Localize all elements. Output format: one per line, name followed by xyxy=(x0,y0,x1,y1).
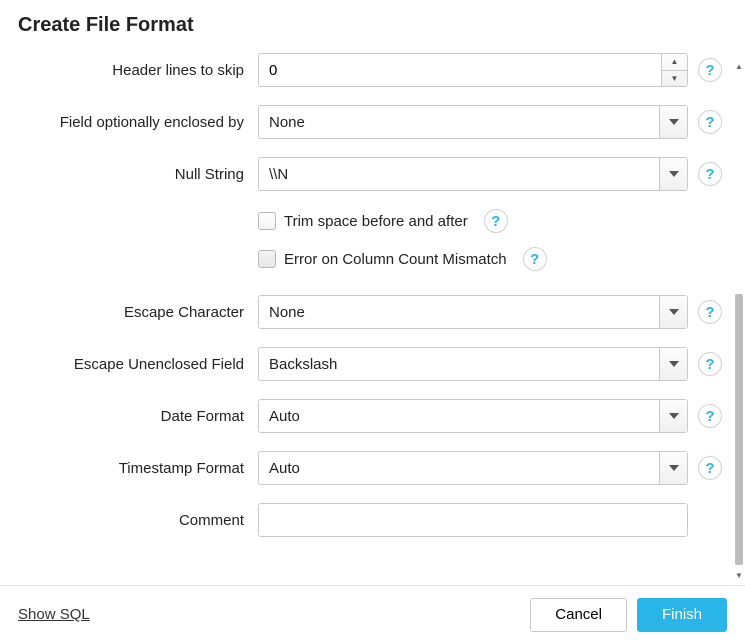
finish-button[interactable]: Finish xyxy=(637,598,727,632)
row-date-format: Date Format Auto ? xyxy=(18,399,735,433)
scroll-thumb[interactable] xyxy=(735,294,743,565)
spinner-buttons: ▲ ▼ xyxy=(661,54,687,86)
escape-unenclosed-value: Backslash xyxy=(259,348,659,380)
show-sql-link[interactable]: Show SQL xyxy=(18,606,90,623)
scroll-down-icon[interactable]: ▼ xyxy=(733,569,745,581)
help-icon[interactable]: ? xyxy=(698,110,722,134)
help-icon[interactable]: ? xyxy=(698,162,722,186)
chevron-down-icon[interactable] xyxy=(659,452,687,484)
escape-char-value: None xyxy=(259,296,659,328)
help-icon[interactable]: ? xyxy=(698,300,722,324)
escape-char-select[interactable]: None xyxy=(258,295,688,329)
form-area: Header lines to skip ▲ ▼ ? Field optiona… xyxy=(0,43,745,573)
label-null-string: Null String xyxy=(18,166,258,183)
escape-unenclosed-select[interactable]: Backslash xyxy=(258,347,688,381)
comment-input-wrap xyxy=(258,503,688,537)
help-icon[interactable]: ? xyxy=(698,404,722,428)
label-timestamp-format: Timestamp Format xyxy=(18,460,258,477)
date-format-value: Auto xyxy=(259,400,659,432)
header-lines-input-wrap: ▲ ▼ xyxy=(258,53,688,87)
timestamp-format-value: Auto xyxy=(259,452,659,484)
label-date-format: Date Format xyxy=(18,408,258,425)
footer: Show SQL Cancel Finish xyxy=(0,585,745,643)
dialog-title: Create File Format xyxy=(0,0,745,43)
row-trim-space: Trim space before and after ? xyxy=(18,209,735,233)
scroll-up-icon[interactable]: ▲ xyxy=(733,60,745,72)
spinner-up-icon[interactable]: ▲ xyxy=(662,54,687,71)
comment-input[interactable] xyxy=(259,504,687,536)
label-enclosed-by: Field optionally enclosed by xyxy=(18,114,258,131)
help-icon[interactable]: ? xyxy=(523,247,547,271)
date-format-select[interactable]: Auto xyxy=(258,399,688,433)
timestamp-format-select[interactable]: Auto xyxy=(258,451,688,485)
trim-space-checkbox[interactable] xyxy=(258,212,276,230)
spinner-down-icon[interactable]: ▼ xyxy=(662,71,687,87)
label-escape-unenclosed: Escape Unenclosed Field xyxy=(18,356,258,373)
row-escape-char: Escape Character None ? xyxy=(18,295,735,329)
enclosed-by-value: None xyxy=(259,106,659,138)
row-timestamp-format: Timestamp Format Auto ? xyxy=(18,451,735,485)
label-escape-char: Escape Character xyxy=(18,304,258,321)
row-error-mismatch: Error on Column Count Mismatch ? xyxy=(18,247,735,271)
scrollbar[interactable]: ▲ ▼ xyxy=(733,60,745,581)
null-string-select[interactable]: \\N xyxy=(258,157,688,191)
chevron-down-icon[interactable] xyxy=(659,348,687,380)
help-icon[interactable]: ? xyxy=(698,58,722,82)
chevron-down-icon[interactable] xyxy=(659,296,687,328)
row-null-string: Null String \\N ? xyxy=(18,157,735,191)
help-icon[interactable]: ? xyxy=(484,209,508,233)
label-comment: Comment xyxy=(18,512,258,529)
help-icon[interactable]: ? xyxy=(698,456,722,480)
error-mismatch-checkbox[interactable] xyxy=(258,250,276,268)
chevron-down-icon[interactable] xyxy=(659,158,687,190)
header-lines-input[interactable] xyxy=(259,54,661,86)
row-header-lines: Header lines to skip ▲ ▼ ? xyxy=(18,53,735,87)
row-escape-unenclosed: Escape Unenclosed Field Backslash ? xyxy=(18,347,735,381)
row-enclosed-by: Field optionally enclosed by None ? xyxy=(18,105,735,139)
trim-space-label: Trim space before and after xyxy=(284,213,468,230)
null-string-value: \\N xyxy=(259,158,659,190)
chevron-down-icon[interactable] xyxy=(659,400,687,432)
label-header-lines: Header lines to skip xyxy=(18,62,258,79)
row-comment: Comment xyxy=(18,503,735,537)
enclosed-by-select[interactable]: None xyxy=(258,105,688,139)
help-icon[interactable]: ? xyxy=(698,352,722,376)
chevron-down-icon[interactable] xyxy=(659,106,687,138)
error-mismatch-label: Error on Column Count Mismatch xyxy=(284,251,507,268)
cancel-button[interactable]: Cancel xyxy=(530,598,627,632)
